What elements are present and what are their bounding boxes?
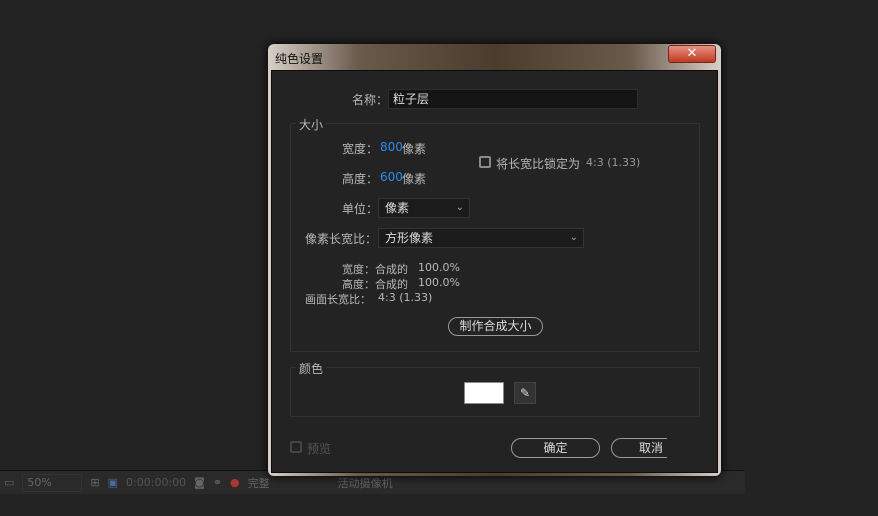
title-bar[interactable]: 纯色设置 ✕	[268, 44, 721, 70]
lock-aspect-label: 将长宽比锁定为	[496, 157, 581, 171]
dialog-body: 名称： 粒子层 大小 宽度： 800 像素 将长宽比锁定为 4:3 (1.33)…	[271, 70, 718, 473]
width-label: 宽度：	[342, 142, 379, 156]
timecode[interactable]: 0:00:00:00	[126, 476, 186, 489]
size-group-label: 大小	[296, 116, 327, 133]
lock-aspect-ratio: 4:3 (1.33)	[586, 156, 641, 169]
height-unit: 像素	[402, 172, 427, 186]
name-input[interactable]: 粒子层	[388, 89, 638, 109]
info-height-label: 高度：合成的	[342, 278, 408, 291]
cancel-button[interactable]: 取消	[611, 438, 667, 458]
region-icon[interactable]: ▣	[108, 476, 118, 489]
pixel-aspect-label: 像素长宽比：	[305, 232, 378, 246]
close-button[interactable]: ✕	[668, 45, 716, 63]
width-value[interactable]: 800	[380, 140, 403, 154]
chevron-down-icon: ⌄	[569, 232, 578, 243]
dialog-title: 纯色设置	[275, 52, 324, 66]
unit-select[interactable]: 像素 ⌄	[378, 198, 470, 218]
info-width-value: 100.0%	[418, 261, 460, 274]
height-value[interactable]: 600	[380, 170, 403, 184]
chevron-down-icon: ⌄	[455, 202, 464, 213]
monitor-icon[interactable]: ▭	[4, 476, 14, 489]
camera-select[interactable]: 活动摄像机	[338, 475, 393, 491]
info-frame-label: 画面长宽比：	[305, 293, 371, 306]
height-label: 高度：	[342, 172, 379, 186]
info-height-value: 100.0%	[418, 276, 460, 289]
unit-value: 像素	[385, 201, 410, 215]
info-frame-value: 4:3 (1.33)	[378, 291, 433, 304]
ok-button[interactable]: 确定	[511, 438, 600, 458]
channel-icon[interactable]: ⚭	[213, 476, 222, 489]
width-unit: 像素	[402, 142, 427, 156]
color-swatch[interactable]	[464, 382, 504, 404]
zoom-select[interactable]: 50%	[22, 473, 83, 492]
info-width-label: 宽度：合成的	[342, 263, 408, 276]
eyedropper-icon[interactable]: ✎	[514, 382, 536, 404]
resolution-select[interactable]: 完整	[248, 475, 270, 491]
preview-label: 预览	[307, 442, 332, 456]
grid-icon[interactable]: ⊞	[90, 476, 99, 489]
camera-icon[interactable]: ◙	[194, 476, 205, 489]
unit-label: 单位：	[342, 202, 379, 216]
pixel-aspect-value: 方形像素	[385, 231, 434, 245]
pixel-aspect-select[interactable]: 方形像素 ⌄	[378, 228, 584, 248]
make-comp-size-button[interactable]: 制作合成大小	[448, 317, 543, 336]
lock-aspect-checkbox[interactable]	[479, 156, 491, 168]
name-label: 名称：	[352, 93, 389, 107]
color-group-label: 颜色	[296, 360, 327, 377]
preview-checkbox[interactable]	[290, 441, 302, 453]
solid-settings-dialog: 纯色设置 ✕ 名称： 粒子层 大小 宽度： 800 像素 将长宽比锁定为 4:3…	[268, 44, 721, 476]
color-channels-icon[interactable]: ●	[230, 476, 240, 489]
